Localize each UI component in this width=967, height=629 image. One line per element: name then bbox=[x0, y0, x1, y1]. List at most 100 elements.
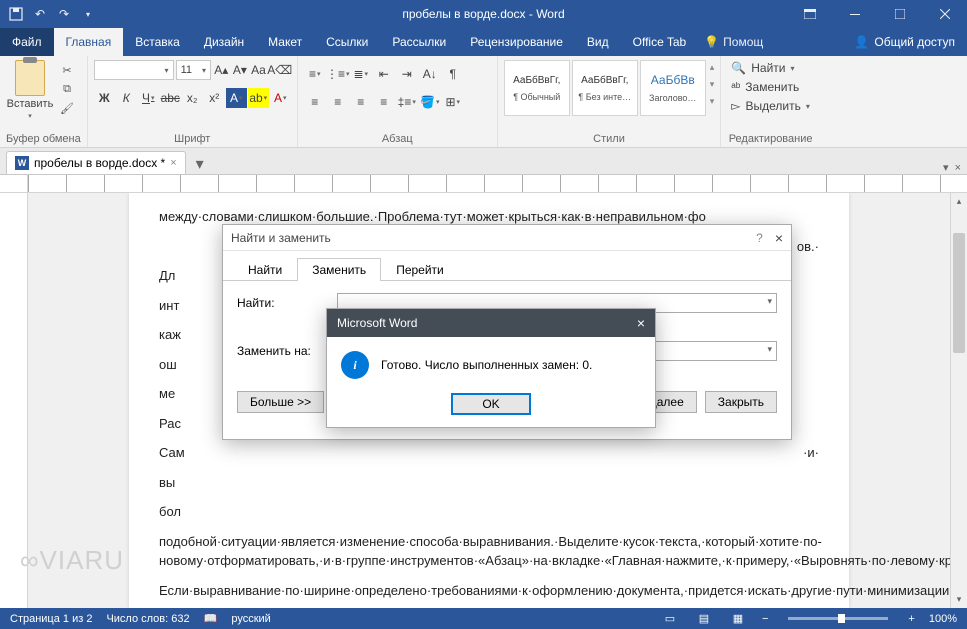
numbering-icon[interactable]: ⋮≡ bbox=[327, 64, 349, 84]
paste-button[interactable]: Вставить ▾ bbox=[6, 60, 54, 120]
ribbon-display-options-icon[interactable] bbox=[787, 0, 832, 28]
sort-icon[interactable]: A↓ bbox=[419, 64, 441, 84]
close-dialog-button[interactable]: Закрыть bbox=[705, 391, 777, 413]
new-tab-button[interactable]: ▾ bbox=[190, 154, 210, 174]
tab-officetab[interactable]: Office Tab bbox=[621, 28, 699, 56]
replace-label: Заменить на: bbox=[237, 344, 327, 358]
style-normal[interactable]: АаБбВвГг,¶ Обычный bbox=[504, 60, 570, 116]
save-icon[interactable] bbox=[8, 6, 24, 22]
align-center-icon[interactable]: ≡ bbox=[327, 92, 349, 112]
bold-button[interactable]: Ж bbox=[94, 88, 115, 108]
clear-formatting-icon[interactable]: A⌫ bbox=[269, 60, 291, 80]
tab-mailings[interactable]: Рассылки bbox=[380, 28, 458, 56]
minimize-button[interactable] bbox=[832, 0, 877, 28]
scroll-down-icon[interactable]: ▾ bbox=[951, 591, 967, 608]
highlight-button[interactable]: ab bbox=[248, 88, 269, 108]
tell-me[interactable]: 💡Помощ bbox=[704, 28, 763, 56]
tab-file[interactable]: Файл bbox=[0, 28, 54, 56]
group-clipboard: Вставить ▾ ✂ ⧉ 🖌 Буфер обмена bbox=[0, 56, 88, 147]
styles-gallery-scroll[interactable]: ▴▾▾ bbox=[710, 60, 715, 107]
document-tab[interactable]: W пробелы в ворде.docx * × bbox=[6, 151, 186, 174]
close-icon[interactable]: × bbox=[775, 230, 783, 246]
window-controls bbox=[787, 0, 967, 28]
dtab-find[interactable]: Найти bbox=[233, 258, 297, 281]
style-no-spacing[interactable]: АаБбВвГг,¶ Без инте… bbox=[572, 60, 638, 116]
dialog-titlebar[interactable]: Найти и заменить ? × bbox=[223, 225, 791, 251]
dtab-replace[interactable]: Заменить bbox=[297, 258, 381, 281]
decrease-indent-icon[interactable]: ⇤ bbox=[373, 64, 395, 84]
close-icon[interactable]: × bbox=[637, 315, 645, 331]
bullets-icon[interactable]: ≡ bbox=[304, 64, 326, 84]
status-page[interactable]: Страница 1 из 2 bbox=[10, 613, 92, 625]
undo-icon[interactable]: ↶ bbox=[32, 6, 48, 22]
tab-design[interactable]: Дизайн bbox=[192, 28, 256, 56]
ok-button[interactable]: OK bbox=[451, 393, 531, 415]
tab-layout[interactable]: Макет bbox=[256, 28, 314, 56]
multilevel-icon[interactable]: ≣ bbox=[350, 64, 372, 84]
print-layout-icon[interactable]: ▤ bbox=[694, 611, 714, 627]
status-language[interactable]: русский bbox=[231, 613, 270, 625]
chevron-down-icon: ▾ bbox=[28, 112, 32, 120]
redo-icon[interactable]: ↷ bbox=[56, 6, 72, 22]
zoom-out-icon[interactable]: − bbox=[762, 613, 768, 625]
align-left-icon[interactable]: ≡ bbox=[304, 92, 326, 112]
strikethrough-button[interactable]: abc bbox=[160, 88, 181, 108]
tab-insert[interactable]: Вставка bbox=[123, 28, 192, 56]
tab-references[interactable]: Ссылки bbox=[314, 28, 380, 56]
subscript-button[interactable]: x₂ bbox=[182, 88, 203, 108]
shrink-font-icon[interactable]: A▾ bbox=[232, 60, 249, 80]
format-painter-icon[interactable]: 🖌 bbox=[58, 100, 76, 116]
vertical-ruler[interactable] bbox=[0, 193, 28, 608]
scrollbar-thumb[interactable] bbox=[953, 233, 965, 353]
font-name-selector[interactable] bbox=[94, 60, 174, 80]
zoom-slider[interactable] bbox=[788, 617, 888, 620]
cut-icon[interactable]: ✂ bbox=[58, 62, 76, 78]
justify-icon[interactable]: ≡ bbox=[373, 92, 395, 112]
shading-icon[interactable]: 🪣 bbox=[419, 92, 441, 112]
web-layout-icon[interactable]: ▦ bbox=[728, 611, 748, 627]
style-heading1[interactable]: АаБбВвЗаголово… bbox=[640, 60, 706, 116]
tab-review[interactable]: Рецензирование bbox=[458, 28, 575, 56]
close-tab-icon[interactable]: × bbox=[170, 157, 176, 169]
find-button[interactable]: 🔍Найти▾ bbox=[727, 60, 814, 76]
select-button[interactable]: ▻Выделить▾ bbox=[727, 98, 814, 114]
read-mode-icon[interactable]: ▭ bbox=[660, 611, 680, 627]
group-styles: АаБбВвГг,¶ Обычный АаБбВвГг,¶ Без инте… … bbox=[498, 56, 722, 147]
superscript-button[interactable]: x² bbox=[204, 88, 225, 108]
tab-menu-icon[interactable]: ▾ bbox=[943, 161, 949, 174]
change-case-icon[interactable]: Aa bbox=[250, 60, 267, 80]
zoom-in-icon[interactable]: + bbox=[908, 613, 914, 625]
font-color-button[interactable]: A bbox=[270, 88, 291, 108]
tab-close-all-icon[interactable]: × bbox=[955, 162, 961, 174]
borders-icon[interactable]: ⊞ bbox=[442, 92, 464, 112]
horizontal-ruler[interactable] bbox=[0, 175, 967, 193]
maximize-button[interactable] bbox=[877, 0, 922, 28]
tab-view[interactable]: Вид bbox=[575, 28, 621, 56]
italic-button[interactable]: К bbox=[116, 88, 137, 108]
close-button[interactable] bbox=[922, 0, 967, 28]
scroll-up-icon[interactable]: ▴ bbox=[951, 193, 967, 210]
text-effects-button[interactable]: A bbox=[226, 88, 247, 108]
underline-button[interactable]: Ч bbox=[138, 88, 159, 108]
msg-titlebar[interactable]: Microsoft Word × bbox=[327, 309, 655, 337]
status-words[interactable]: Число слов: 632 bbox=[106, 613, 189, 625]
vertical-scrollbar[interactable]: ▴ ▾ bbox=[950, 193, 967, 608]
zoom-level[interactable]: 100% bbox=[929, 613, 957, 625]
font-size-selector[interactable]: 11 bbox=[176, 60, 211, 80]
share-button[interactable]: 👤Общий доступ bbox=[842, 28, 967, 56]
more-button[interactable]: Больше >> bbox=[237, 391, 324, 413]
replace-button[interactable]: ᵃᵇЗаменить bbox=[727, 79, 814, 95]
align-right-icon[interactable]: ≡ bbox=[350, 92, 372, 112]
dtab-goto[interactable]: Перейти bbox=[381, 258, 459, 281]
replace-icon: ᵃᵇ bbox=[731, 80, 740, 94]
help-icon[interactable]: ? bbox=[756, 231, 763, 245]
qat-dropdown-icon[interactable]: ▾ bbox=[80, 6, 96, 22]
line-spacing-icon[interactable]: ‡≡ bbox=[396, 92, 418, 112]
copy-icon[interactable]: ⧉ bbox=[58, 81, 76, 97]
show-marks-icon[interactable]: ¶ bbox=[442, 64, 464, 84]
grow-font-icon[interactable]: A▴ bbox=[213, 60, 230, 80]
spellcheck-icon[interactable]: 📖 bbox=[204, 612, 218, 625]
increase-indent-icon[interactable]: ⇥ bbox=[396, 64, 418, 84]
word-doc-icon: W bbox=[15, 156, 29, 170]
tab-home[interactable]: Главная bbox=[54, 28, 124, 56]
